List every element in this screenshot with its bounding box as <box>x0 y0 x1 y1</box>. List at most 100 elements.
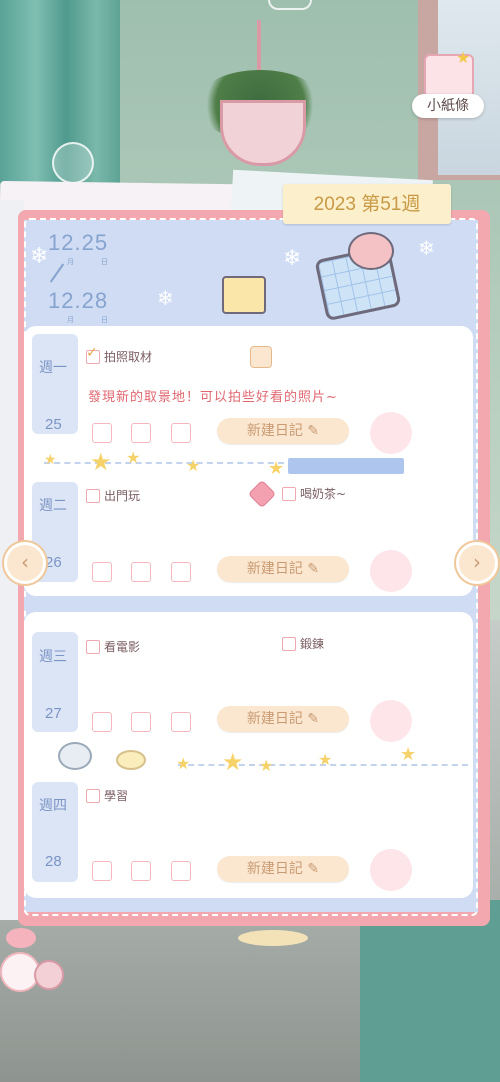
task-item[interactable]: ✓ 拍照取材 <box>86 345 153 365</box>
task-label: 喝奶茶~ <box>300 487 347 501</box>
month-unit: 月 <box>67 258 74 266</box>
edit-icon: ✎ <box>307 561 320 577</box>
task-label: 拍照取材 <box>104 350 153 364</box>
stamp-slot[interactable] <box>370 700 412 742</box>
task-label: 學習 <box>104 789 129 803</box>
star-icon: ★ <box>400 744 417 765</box>
mascot-sticker <box>312 232 408 322</box>
star-icon: ★ <box>456 48 471 67</box>
cloth-decoration <box>360 900 500 1082</box>
bowl-sticker <box>58 742 92 770</box>
photo-slot[interactable] <box>131 423 151 443</box>
stamp-slot[interactable] <box>370 550 412 592</box>
star-icon: ★ <box>259 756 274 775</box>
new-entry-button[interactable]: 新建日記 ✎ <box>217 556 349 582</box>
checkbox[interactable] <box>86 788 100 803</box>
checkbox[interactable] <box>282 486 296 501</box>
stamp-slot[interactable] <box>370 849 412 891</box>
garland-line <box>44 462 284 464</box>
new-entry-button[interactable]: 新建日記 ✎ <box>217 418 349 444</box>
photo-slot[interactable] <box>171 423 191 443</box>
star-icon: ★ <box>186 456 201 475</box>
bubble-decoration <box>268 0 312 10</box>
stamp-slot[interactable] <box>370 412 412 454</box>
highlight-note: 發現新的取景地！可以拍些好看的照片~ <box>88 390 338 405</box>
checkbox[interactable] <box>86 488 100 503</box>
task-label: 看電影 <box>104 640 141 654</box>
day-unit: 日 <box>101 316 108 324</box>
day-number: 27 <box>45 705 62 722</box>
snowflake-icon: ❄ <box>157 286 174 310</box>
task-item[interactable]: 鍛鍊 <box>282 635 324 652</box>
photo-slot[interactable] <box>92 423 112 443</box>
mascot-head-sticker <box>348 232 394 270</box>
edit-icon: ✎ <box>307 861 320 877</box>
task-item[interactable]: 喝奶茶~ <box>282 485 346 502</box>
new-entry-label: 新建日記 <box>246 561 303 577</box>
photo-slot[interactable] <box>92 562 112 582</box>
note-label: 小紙條 <box>412 94 484 118</box>
photo-slot[interactable] <box>171 562 191 582</box>
star-icon: ★ <box>44 452 57 468</box>
day-unit: 日 <box>101 258 108 266</box>
star-icon: ★ <box>176 754 191 773</box>
charm-decoration <box>0 900 64 1020</box>
photo-slot[interactable] <box>131 562 151 582</box>
chevron-left-icon: ‹ <box>21 550 29 574</box>
bubble-decoration <box>52 142 94 184</box>
month-unit: 月 <box>67 316 74 324</box>
week-tag: 2023 第51週 <box>283 184 451 224</box>
day-name: 週四 <box>39 798 67 814</box>
bell-charm <box>34 960 64 990</box>
photo-slot[interactable] <box>171 861 191 881</box>
edit-icon: ✎ <box>307 423 320 439</box>
photo-slot[interactable] <box>171 712 191 732</box>
chevron-right-icon: › <box>473 550 481 574</box>
prev-week-button[interactable]: ‹ <box>4 542 46 584</box>
photo-slot[interactable] <box>131 712 151 732</box>
note-widget[interactable]: ★ 小紙條 <box>410 48 486 120</box>
washi-tape-decoration <box>288 458 404 474</box>
task-label: 出門玩 <box>104 489 141 503</box>
new-entry-button[interactable]: 新建日記 ✎ <box>217 856 349 882</box>
week-label: 2023 第51週 <box>313 194 421 215</box>
sticker-decoration <box>238 930 308 946</box>
photo-slot[interactable] <box>92 712 112 732</box>
box-sticker <box>222 276 266 314</box>
star-icon: ★ <box>126 448 141 467</box>
snowflake-icon: ❄ <box>30 244 49 269</box>
date-end: 12.28 <box>48 288 109 313</box>
star-icon: ★ <box>268 458 285 479</box>
snowflake-icon: ❄ <box>283 246 302 271</box>
new-entry-label: 新建日記 <box>246 423 303 439</box>
photo-slot[interactable] <box>131 861 151 881</box>
star-icon: ★ <box>90 448 112 476</box>
task-item[interactable]: 出門玩 <box>86 487 140 504</box>
new-entry-label: 新建日記 <box>246 861 303 877</box>
day-number: 25 <box>45 416 62 433</box>
checkbox[interactable] <box>282 636 296 651</box>
snowflake-icon: ❄ <box>418 236 435 260</box>
next-week-button[interactable]: › <box>456 542 498 584</box>
new-entry-label: 新建日記 <box>246 711 303 727</box>
checkbox[interactable] <box>86 639 100 654</box>
checkbox-checked[interactable]: ✓ <box>86 345 100 364</box>
task-item[interactable]: 看電影 <box>86 638 140 655</box>
task-item[interactable]: 學習 <box>86 787 128 804</box>
day-name: 週三 <box>39 649 67 665</box>
star-icon: ★ <box>222 748 244 776</box>
day-name: 週一 <box>39 360 67 376</box>
day-number: 26 <box>45 554 62 571</box>
star-icon: ★ <box>318 750 333 769</box>
edit-icon: ✎ <box>307 711 320 727</box>
dumpling-sticker <box>116 750 146 770</box>
check-icon: ✓ <box>86 344 98 361</box>
date-start: 12.25 <box>48 230 109 255</box>
sticker-decoration <box>222 276 292 314</box>
new-entry-button[interactable]: 新建日記 ✎ <box>217 706 349 732</box>
day-name: 週二 <box>39 498 67 514</box>
gift-icon[interactable] <box>250 346 272 368</box>
photo-slot[interactable] <box>92 861 112 881</box>
bow-decoration <box>6 928 36 948</box>
page-divider <box>24 598 473 610</box>
